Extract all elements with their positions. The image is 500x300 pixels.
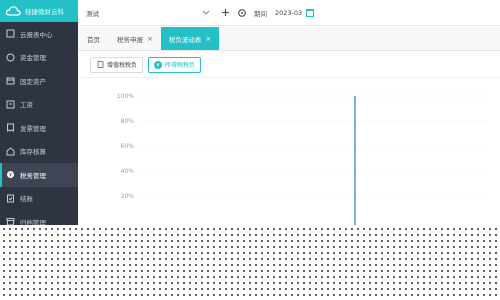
tab-home[interactable]: 首页 xyxy=(78,27,109,50)
company-select-value: 测试 xyxy=(86,9,99,18)
sidebar-item-salary[interactable]: 工资 xyxy=(0,93,78,117)
sidebar-item-label: 资金管理 xyxy=(20,54,46,63)
sub-tabs: 增值税税负 ¥ 所得税税负 xyxy=(78,52,500,78)
sidebar-menu: 云报表中心 资金管理 固定资产 工资 发票管理 库存核算 ¥ 税务管理 结账 归… xyxy=(0,22,78,234)
y-tick-label: 100% xyxy=(117,93,134,100)
tax-badge-icon: ¥ xyxy=(154,60,163,69)
period-picker[interactable]: 2023-03 xyxy=(275,9,302,17)
sidebar-item-inventory[interactable]: 库存核算 xyxy=(0,140,78,164)
inventory-icon xyxy=(6,147,15,156)
report-icon xyxy=(6,29,15,38)
y-tick-label: 40% xyxy=(121,168,135,175)
subtab-income-tax-burden[interactable]: ¥ 所得税税负 xyxy=(148,56,202,73)
tab-tax-declaration[interactable]: 税务申报 × xyxy=(109,27,161,50)
y-tick-label: 20% xyxy=(121,193,135,200)
sidebar-item-label: 发票管理 xyxy=(20,124,46,133)
sidebar-item-label: 结账 xyxy=(20,195,33,204)
chevron-down-icon xyxy=(202,9,210,17)
gear-icon[interactable] xyxy=(236,7,248,19)
add-icon[interactable] xyxy=(219,7,231,19)
close-icon[interactable]: × xyxy=(147,35,153,43)
tax-icon: ¥ xyxy=(6,170,15,179)
subtab-label: 所得税税负 xyxy=(165,62,196,69)
cloud-icon xyxy=(4,4,22,18)
document-icon xyxy=(96,61,104,69)
svg-text:¥: ¥ xyxy=(9,173,12,179)
sidebar-item-label: 固定资产 xyxy=(20,77,46,86)
subtab-label: 增值税税负 xyxy=(107,62,138,69)
tab-label: 税负波动表 xyxy=(168,35,202,44)
sidebar-item-fixed-assets[interactable]: 固定资产 xyxy=(0,69,78,93)
active-indicator xyxy=(0,163,2,187)
tab-label: 税务申报 xyxy=(117,35,143,44)
sidebar-item-tax-management[interactable]: ¥ 税务管理 xyxy=(0,163,78,187)
dotted-overlay xyxy=(0,225,500,300)
sidebar-item-label: 库存核算 xyxy=(20,148,46,157)
asset-icon xyxy=(6,76,15,85)
tax-burden-chart: 100% 80% 60% 40% 20% xyxy=(78,80,500,225)
page-tabs: 首页 税务申报 × 税负波动表 × xyxy=(78,27,500,51)
sidebar-item-fund-management[interactable]: 资金管理 xyxy=(0,46,78,70)
sidebar: 轻捷微财云科 云报表中心 资金管理 固定资产 工资 发票管理 库存核算 ¥ 税务… xyxy=(0,0,78,227)
sidebar-item-label: 税务管理 xyxy=(20,171,46,180)
brand-name: 轻捷微财云科 xyxy=(25,8,64,16)
calendar-icon[interactable] xyxy=(306,8,315,17)
sidebar-item-invoice[interactable]: 发票管理 xyxy=(0,116,78,140)
close-icon[interactable]: × xyxy=(205,35,211,43)
close-book-icon xyxy=(6,194,15,203)
invoice-icon xyxy=(6,123,15,133)
top-bar: 测试 期间 2023-03 xyxy=(78,0,500,26)
y-tick-label: 80% xyxy=(121,118,135,125)
subtab-vat-burden[interactable]: 增值税税负 xyxy=(90,56,144,73)
sidebar-item-close-books[interactable]: 结账 xyxy=(0,187,78,211)
brand-logo[interactable]: 轻捷微财云科 xyxy=(0,0,78,22)
sidebar-item-label: 云报表中心 xyxy=(20,30,53,39)
money-icon xyxy=(6,53,15,62)
svg-text:¥: ¥ xyxy=(156,63,159,69)
salary-icon xyxy=(6,100,15,109)
chart-svg: 100% 80% 60% 40% 20% xyxy=(117,93,488,225)
sidebar-item-label: 工资 xyxy=(20,101,33,110)
company-select[interactable]: 测试 xyxy=(82,5,214,21)
period-label: 期间 xyxy=(254,9,267,18)
tab-tax-burden-fluctuation[interactable]: 税负波动表 × xyxy=(160,27,220,50)
y-tick-label: 60% xyxy=(121,143,135,150)
sidebar-item-report-center[interactable]: 云报表中心 xyxy=(0,22,78,46)
tab-label: 首页 xyxy=(87,35,100,44)
